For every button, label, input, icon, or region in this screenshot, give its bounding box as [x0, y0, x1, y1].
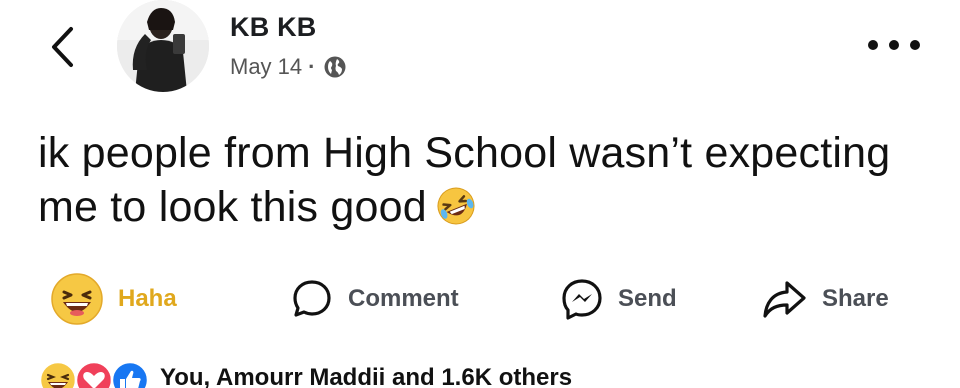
- post-text: ik people from High School wasn’t expect…: [38, 126, 938, 240]
- reactions-summary[interactable]: You, Amourr Maddii and 1.6K others: [38, 358, 572, 388]
- post-view: KB KB May 14 · ik people from High Schoo…: [0, 0, 960, 388]
- more-options-button[interactable]: [868, 30, 920, 60]
- comment-button[interactable]: Comment: [290, 270, 459, 328]
- globe-icon: [324, 56, 346, 78]
- meta-separator: ·: [308, 54, 316, 79]
- more-dot: [868, 40, 878, 50]
- reactions-text: You, Amourr Maddii and 1.6K others: [160, 364, 573, 388]
- post-date[interactable]: May 14: [230, 54, 302, 80]
- haha-emoji-icon: [51, 273, 103, 325]
- avatar-photo: [117, 0, 209, 92]
- share-label: Share: [822, 285, 889, 312]
- rolling-on-floor-laughing-icon: [435, 185, 477, 240]
- more-dot: [889, 40, 899, 50]
- more-dot: [910, 40, 920, 50]
- back-button[interactable]: [44, 22, 80, 72]
- love-reaction-icon: [74, 360, 114, 388]
- messenger-icon: [562, 279, 602, 320]
- reaction-icons: [38, 358, 150, 388]
- author-name[interactable]: KB KB: [230, 12, 317, 43]
- like-reaction-icon: [110, 360, 150, 388]
- send-button[interactable]: Send: [560, 270, 677, 328]
- send-label: Send: [618, 285, 677, 312]
- share-button[interactable]: Share: [760, 270, 889, 328]
- comment-label: Comment: [348, 285, 459, 312]
- avatar[interactable]: [117, 0, 209, 92]
- action-bar: Haha Comment Send Share: [0, 270, 960, 328]
- share-icon: [763, 281, 806, 318]
- chevron-left-icon: [52, 27, 73, 67]
- haha-label: Haha: [118, 285, 177, 312]
- haha-reaction-icon: [38, 360, 78, 388]
- haha-reaction-button[interactable]: Haha: [50, 270, 177, 328]
- post-meta: May 14 ·: [230, 54, 347, 80]
- comment-icon: [293, 280, 331, 317]
